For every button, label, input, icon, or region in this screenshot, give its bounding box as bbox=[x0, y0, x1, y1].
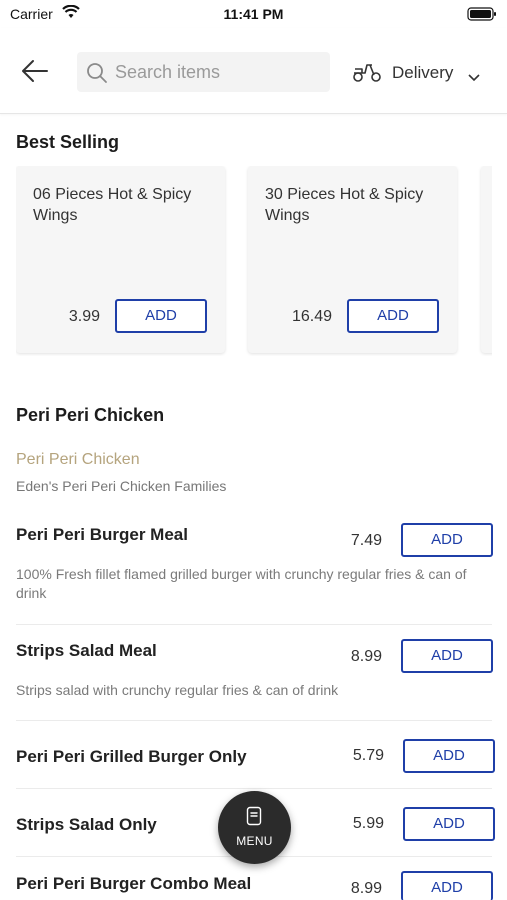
back-button[interactable] bbox=[20, 58, 54, 86]
menu-button-label: MENU bbox=[236, 834, 273, 848]
add-button[interactable]: ADD bbox=[403, 807, 495, 841]
card-item-name: 30 Pieces Hot & Spicy Wings bbox=[265, 186, 424, 224]
card-item-name: 06 Pieces Hot & Spicy Wings bbox=[33, 186, 192, 224]
item-name: Strips Salad Only bbox=[16, 815, 157, 834]
item-price: 7.49 bbox=[350, 532, 382, 549]
category-heading: Peri Peri Chicken bbox=[16, 405, 165, 425]
menu-item[interactable]: Peri Peri Burger Meal 7.49 ADD 100% Fres… bbox=[16, 522, 493, 607]
add-button[interactable]: ADD bbox=[401, 523, 493, 557]
item-price: 5.99 bbox=[352, 815, 384, 832]
menu-book-icon bbox=[246, 806, 262, 831]
menu-item[interactable]: Peri Peri Burger Combo Meal 8.99 ADD bbox=[16, 870, 493, 900]
item-name: Strips Salad Meal bbox=[16, 641, 157, 660]
add-button[interactable]: ADD bbox=[401, 871, 493, 900]
battery-icon bbox=[467, 7, 497, 26]
add-button[interactable]: ADD bbox=[401, 639, 493, 673]
menu-button[interactable]: MENU bbox=[218, 791, 291, 864]
add-button[interactable]: ADD bbox=[347, 299, 439, 333]
item-name: Peri Peri Grilled Burger Only bbox=[16, 747, 247, 766]
divider bbox=[16, 624, 492, 625]
search-box[interactable] bbox=[77, 52, 330, 92]
back-arrow-icon bbox=[20, 60, 50, 88]
item-name: Peri Peri Burger Meal bbox=[16, 525, 188, 544]
scooter-icon bbox=[352, 61, 382, 88]
best-selling-heading: Best Selling bbox=[16, 132, 120, 152]
divider bbox=[16, 788, 492, 789]
divider bbox=[16, 720, 492, 721]
item-description: 100% Fresh fillet flamed grilled burger … bbox=[16, 566, 467, 601]
card-item-price: 16.49 bbox=[291, 308, 332, 325]
delivery-label: Delivery bbox=[392, 63, 454, 82]
delivery-mode-selector[interactable]: Delivery bbox=[352, 52, 492, 92]
best-selling-card[interactable]: 06 Pieces Hot & Spicy Wings 3.99 ADD bbox=[16, 166, 225, 353]
item-price: 8.99 bbox=[350, 648, 382, 665]
card-item-price: 3.99 bbox=[68, 308, 100, 325]
menu-item[interactable]: Peri Peri Grilled Burger Only 5.79 ADD bbox=[16, 738, 495, 778]
status-bar: Carrier 11:41 PM bbox=[0, 0, 507, 28]
add-button[interactable]: ADD bbox=[403, 739, 495, 773]
top-bar: Delivery bbox=[0, 28, 507, 114]
best-selling-carousel[interactable]: 06 Pieces Hot & Spicy Wings 3.99 ADD 30 … bbox=[16, 166, 492, 356]
best-selling-card[interactable]: 30 Pieces Hot & Spicy Wings 16.49 ADD bbox=[248, 166, 457, 353]
item-name: Peri Peri Burger Combo Meal bbox=[16, 874, 252, 893]
item-price: 5.79 bbox=[352, 747, 384, 764]
best-selling-card-partial[interactable] bbox=[481, 166, 492, 353]
search-input[interactable] bbox=[115, 52, 320, 92]
menu-item[interactable]: Strips Salad Meal 8.99 ADD Strips salad … bbox=[16, 638, 493, 708]
item-description: Strips salad with crunchy regular fries … bbox=[16, 682, 339, 698]
category-subtitle: Peri Peri Chicken bbox=[16, 451, 140, 468]
status-time: 11:41 PM bbox=[223, 6, 284, 22]
add-button[interactable]: ADD bbox=[115, 299, 207, 333]
chevron-down-icon bbox=[468, 69, 480, 87]
search-icon bbox=[86, 62, 108, 89]
item-price: 8.99 bbox=[350, 880, 382, 897]
category-description: Eden's Peri Peri Chicken Families bbox=[16, 478, 227, 494]
